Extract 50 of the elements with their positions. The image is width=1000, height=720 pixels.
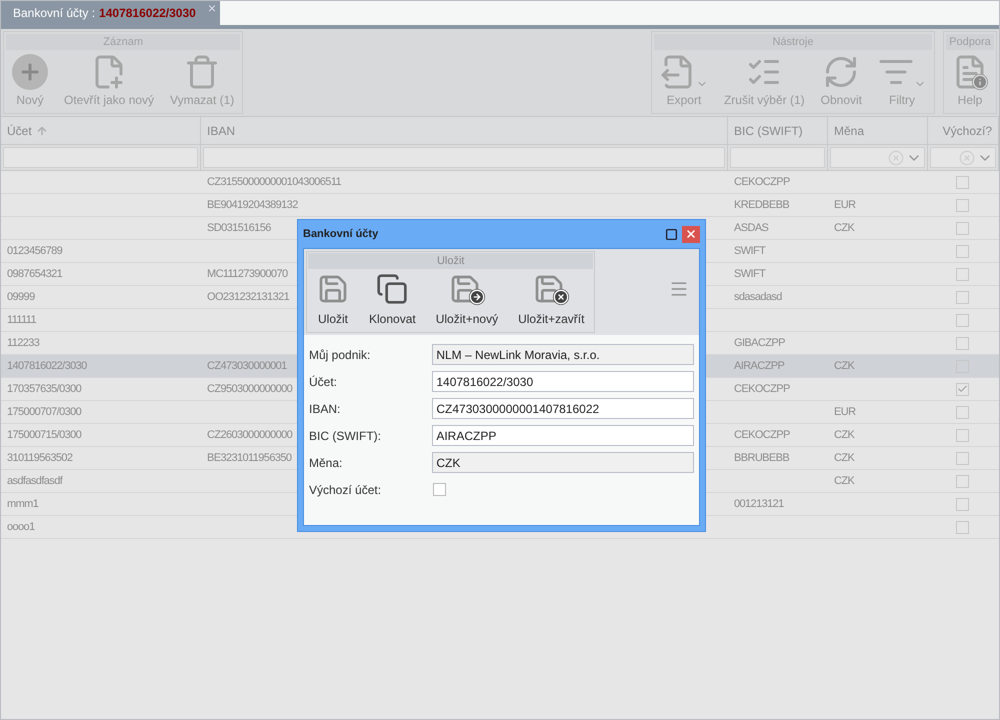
table-cell-text: KREDBEBB <box>734 198 790 213</box>
table-cell-text: BE3231011956350 <box>207 450 292 466</box>
table-cell-text: sdasadasd <box>734 290 782 305</box>
field-label: IBAN: <box>309 400 342 418</box>
field-label: Můj podnik: <box>309 346 372 364</box>
table-cell-text: 0123456789 <box>7 244 62 259</box>
table-cell-text: CZK <box>834 358 854 374</box>
table-cell-text: 310119563502 <box>7 450 72 466</box>
tab-title: Bankovní účty : <box>13 5 96 22</box>
table-cell-text: 175000715/0300 <box>7 428 82 443</box>
table-cell-text: CZ473030000001 <box>207 358 287 374</box>
table-cell-text: EUR <box>834 404 856 420</box>
table-cell-text: AIRACZPP <box>734 358 784 374</box>
table-cell-text: EUR <box>834 198 856 213</box>
table-cell-text: 1407816022/3030 <box>7 358 87 374</box>
table-cell-text: CZK <box>834 474 854 489</box>
table-cell-text: CEKOCZPP <box>734 382 790 397</box>
dialog-title: Bankovní účty <box>303 226 378 242</box>
field-label: Účet: <box>309 374 338 390</box>
table-cell-text: CZ9503000000000 <box>207 382 292 397</box>
table-cell-text: BE90419204389132 <box>207 198 298 213</box>
table-cell-text: 170357635/0300 <box>7 382 82 397</box>
table-cell-text: oooo1 <box>7 520 35 535</box>
table-cell-text: SWIFT <box>734 266 766 282</box>
table-cell-text: BBRUBEBB <box>734 450 790 466</box>
table-cell-text: 0987654321 <box>7 266 62 282</box>
table-cell-text: asdfasdfasdf <box>7 474 62 489</box>
table-cell-text: SD031516156 <box>207 220 271 236</box>
table-cell-text: ASDAS <box>734 220 768 236</box>
table-cell-text: CZK <box>834 428 854 443</box>
table-cell-text: CEKOCZPP <box>734 174 790 190</box>
group-title: Uložit <box>308 253 594 269</box>
table-cell-text: 001213121 <box>734 496 784 512</box>
table-cell-text: CZ2603000000000 <box>207 428 292 443</box>
table-cell-text: CZK <box>834 450 854 466</box>
table-cell-text: CZK <box>834 220 854 236</box>
table-cell-text: 111111 <box>7 312 36 328</box>
table-cell-text: MC111273900070 <box>207 266 288 282</box>
table-cell-text: mmm1 <box>7 496 38 512</box>
table-cell-text: 112233 <box>7 336 40 351</box>
table-cell-text: 175000707/0300 <box>7 404 82 420</box>
table-cell-text: OO231232131321 <box>207 290 290 305</box>
field-label: Měna: <box>309 454 344 472</box>
field-label: BIC (SWIFT): <box>309 428 382 444</box>
table-cell-text: SWIFT <box>734 244 766 259</box>
table-cell-text: CEKOCZPP <box>734 428 790 443</box>
tab-record: 1407816022/3030 <box>99 5 196 22</box>
table-cell-text: 09999 <box>7 290 35 305</box>
table-cell-text: CZ3155000000001043006511 <box>207 174 342 190</box>
table-cell-text: GIBACZPP <box>734 336 785 351</box>
